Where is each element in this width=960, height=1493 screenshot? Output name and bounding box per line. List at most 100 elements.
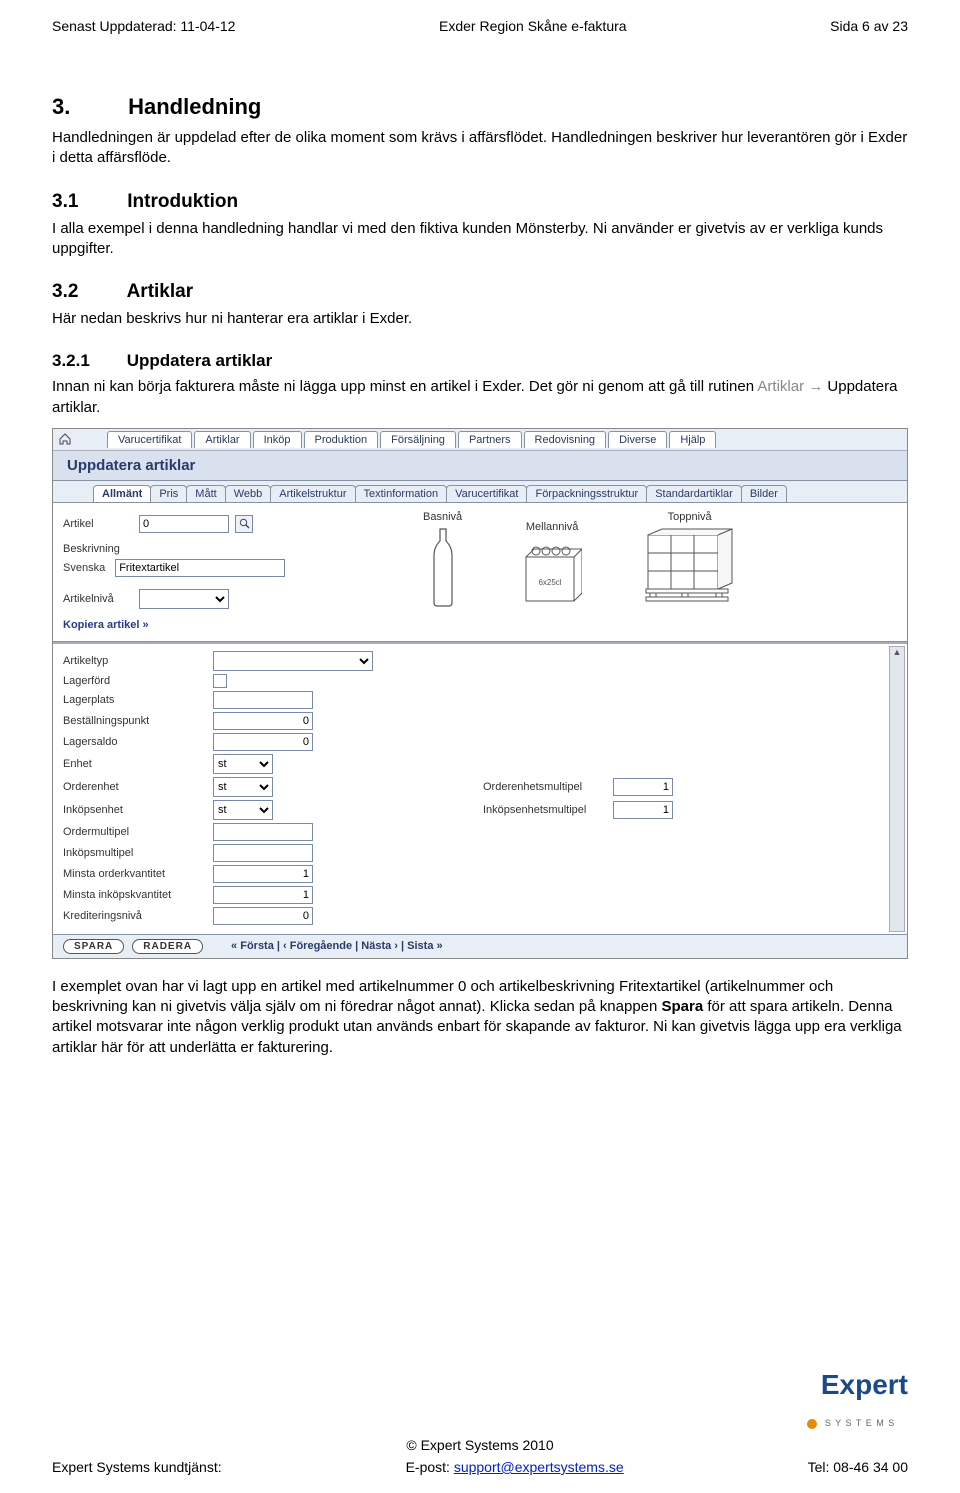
bestallningspunkt-label: Beställningspunkt: [63, 715, 213, 727]
menu-partners[interactable]: Partners: [458, 431, 522, 448]
inkopenhet-label: Inköpsenhet: [63, 804, 213, 816]
spara-bold: Spara: [662, 998, 704, 1015]
enhet-label: Enhet: [63, 758, 213, 770]
page-title: Uppdatera artiklar: [53, 451, 907, 481]
language-label: Svenska: [63, 562, 105, 574]
inkopsmultipel-label: Inköpsmultipel: [63, 847, 213, 859]
section-321-num: 3.2.1: [52, 351, 122, 371]
footer-mid: E-post: support@expertsystems.se: [406, 1459, 624, 1475]
spara-button[interactable]: SPARA: [63, 939, 124, 954]
search-icon[interactable]: [235, 515, 253, 533]
logo-subtext: S Y S T E M S: [825, 1418, 895, 1428]
section-31-title: 3.1 Introduktion: [52, 191, 908, 213]
lagerford-checkbox[interactable]: [213, 674, 227, 688]
breadcrumb-artiklar: Artiklar: [757, 378, 804, 395]
document-header: Senast Uppdaterad: 11-04-12 Exder Region…: [52, 18, 908, 34]
tab-bilder[interactable]: Bilder: [741, 485, 787, 502]
artikel-label: Artikel: [63, 518, 133, 530]
section-3-num: 3.: [52, 94, 122, 120]
inkopenhet-select[interactable]: st: [213, 800, 273, 820]
section-321-paragraph: Innan ni kan börja fakturera måste ni lä…: [52, 377, 908, 418]
minsta-order-input[interactable]: [213, 865, 313, 883]
artikelniva-select[interactable]: [139, 589, 229, 609]
footer-email-link[interactable]: support@expertsystems.se: [454, 1459, 624, 1475]
section-32-num: 3.2: [52, 281, 122, 303]
logo-text: Expert: [821, 1369, 908, 1400]
tab-artikelstruktur[interactable]: Artikelstruktur: [270, 485, 355, 502]
beskrivning-input[interactable]: [115, 559, 285, 577]
document-footer: © Expert Systems 2010 Expert Systems kun…: [52, 1437, 908, 1475]
svg-text:6x25cl: 6x25cl: [539, 578, 562, 587]
section-3-paragraph: Handledningen är uppdelad efter de olika…: [52, 128, 908, 169]
home-icon[interactable]: [57, 431, 73, 447]
header-right: Sida 6 av 23: [830, 18, 908, 34]
section-32-text: Artiklar: [127, 281, 194, 302]
artikel-input[interactable]: [139, 515, 229, 533]
inkopenhetsmultipel-input[interactable]: [613, 801, 673, 819]
orderenhet-label: Orderenhet: [63, 781, 213, 793]
tab-matt[interactable]: Mått: [186, 485, 225, 502]
inkopenhetsmultipel-label: Inköpsenhetsmultipel: [483, 804, 613, 816]
artikelniva-label: Artikelnivå: [63, 593, 133, 605]
section-32-title: 3.2 Artiklar: [52, 281, 908, 303]
lagersaldo-label: Lagersaldo: [63, 736, 213, 748]
header-center: Exder Region Skåne e-faktura: [439, 18, 627, 34]
pager[interactable]: « Första | ‹ Föregående | Nästa › | Sist…: [231, 940, 443, 952]
minsta-order-label: Minsta orderkvantitet: [63, 868, 213, 880]
bestallningspunkt-input[interactable]: [213, 712, 313, 730]
app-screenshot: Varucertifikat Artiklar Inköp Produktion…: [52, 428, 908, 959]
menu-artiklar[interactable]: Artiklar: [194, 431, 250, 448]
beskrivning-label: Beskrivning: [63, 543, 133, 555]
main-menu: Varucertifikat Artiklar Inköp Produktion…: [107, 431, 716, 448]
footer-left: Expert Systems kundtjänst:: [52, 1459, 222, 1475]
menu-forsaljning[interactable]: Försäljning: [380, 431, 456, 448]
enhet-select[interactable]: st: [213, 754, 273, 774]
ordermultipel-label: Ordermultipel: [63, 826, 213, 838]
menu-diverse[interactable]: Diverse: [608, 431, 667, 448]
inkopsmultipel-input[interactable]: [213, 844, 313, 862]
arrow-icon: →: [804, 378, 823, 395]
level-illustrations: Basnivå Mellannivå: [423, 511, 737, 607]
expert-logo: Expert S Y S T E M S: [807, 1369, 908, 1433]
menu-hjalp[interactable]: Hjälp: [669, 431, 716, 448]
tab-forpackningsstruktur[interactable]: Förpackningsstruktur: [526, 485, 647, 502]
footer-copyright: © Expert Systems 2010: [52, 1437, 908, 1453]
section-321-text: Uppdatera artiklar: [127, 351, 273, 370]
lagersaldo-input[interactable]: [213, 733, 313, 751]
app-footer: SPARA RADERA « Första | ‹ Föregående | N…: [53, 934, 907, 958]
kreditniva-input[interactable]: [213, 907, 313, 925]
kreditniva-label: Krediteringsnivå: [63, 910, 213, 922]
orderenhet-select[interactable]: st: [213, 777, 273, 797]
section-31-paragraph: I alla exempel i denna handledning handl…: [52, 219, 908, 260]
menu-produktion[interactable]: Produktion: [304, 431, 379, 448]
form-top-area: Artikel Beskrivning Svenska Art: [53, 503, 907, 642]
menu-varucertifikat[interactable]: Varucertifikat: [107, 431, 192, 448]
lagerford-label: Lagerförd: [63, 675, 213, 687]
orderenhetsmultipel-input[interactable]: [613, 778, 673, 796]
kopiera-artikel-link[interactable]: Kopiera artikel »: [63, 619, 363, 631]
section-31-num: 3.1: [52, 191, 122, 213]
menu-redovisning[interactable]: Redovisning: [524, 431, 607, 448]
after-screenshot-paragraph: I exemplet ovan har vi lagt upp en artik…: [52, 977, 908, 1058]
lagerplats-input[interactable]: [213, 691, 313, 709]
mellanniva-label: Mellannivå: [522, 521, 582, 533]
tab-varucertifikat[interactable]: Varucertifikat: [446, 485, 527, 502]
minsta-inkop-input[interactable]: [213, 886, 313, 904]
artikeltyp-label: Artikeltyp: [63, 655, 213, 667]
section-321-p1a: Innan ni kan börja fakturera måste ni lä…: [52, 378, 757, 395]
ordermultipel-input[interactable]: [213, 823, 313, 841]
tab-allmant[interactable]: Allmänt: [93, 485, 151, 502]
tab-webb[interactable]: Webb: [225, 485, 272, 502]
header-left: Senast Uppdaterad: 11-04-12: [52, 18, 235, 34]
menu-inkop[interactable]: Inköp: [253, 431, 302, 448]
tab-textinformation[interactable]: Textinformation: [355, 485, 448, 502]
pallet-icon: [642, 527, 737, 607]
tab-flstandardartiklar[interactable]: Standardartiklar: [646, 485, 742, 502]
radera-button[interactable]: RADERA: [132, 939, 203, 954]
artikeltyp-select[interactable]: [213, 651, 373, 671]
logo-dot-icon: [807, 1419, 817, 1429]
bottle-icon: [430, 527, 456, 607]
tab-pris[interactable]: Pris: [150, 485, 187, 502]
form-detail-area: Artikeltyp Lagerförd Lagerplats Beställn…: [53, 642, 907, 934]
lagerplats-label: Lagerplats: [63, 694, 213, 706]
